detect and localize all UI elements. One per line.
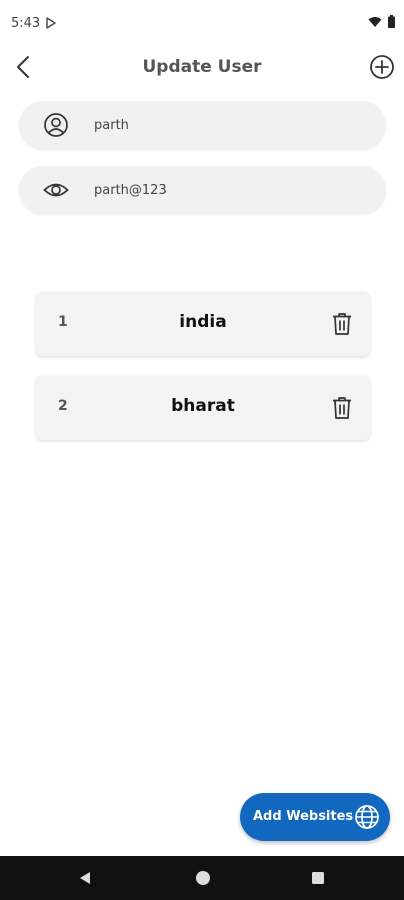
- trash-icon: [333, 313, 351, 335]
- status-bar: 5:43: [0, 0, 404, 44]
- username-input[interactable]: [94, 101, 374, 149]
- user-circle-icon: [44, 113, 68, 137]
- username-field[interactable]: [19, 101, 386, 149]
- list-item[interactable]: 1 india: [36, 292, 370, 356]
- globe-icon: [355, 805, 379, 829]
- password-input[interactable]: [94, 166, 374, 214]
- page-title: Update User: [142, 57, 262, 77]
- trash-icon: [333, 397, 351, 419]
- delete-button[interactable]: [330, 311, 354, 337]
- eye-icon[interactable]: [43, 177, 69, 203]
- list-item-name: india: [179, 312, 227, 332]
- add-websites-button[interactable]: Add Websites: [240, 793, 390, 841]
- nav-home-icon[interactable]: [195, 870, 211, 886]
- delete-button[interactable]: [330, 395, 354, 421]
- nav-back-icon[interactable]: [78, 871, 92, 885]
- password-field[interactable]: [19, 166, 386, 214]
- screen: 5:43 Update User parth parth@123 1 india…: [0, 0, 404, 900]
- list-item-name: bharat: [171, 396, 235, 416]
- battery-icon: [388, 15, 395, 28]
- wifi-icon: [368, 17, 382, 27]
- status-time: 5:43: [11, 16, 41, 31]
- plus-circle-icon: [370, 55, 394, 79]
- add-websites-label: Add Websites: [253, 809, 354, 824]
- system-nav-bar: [0, 856, 404, 900]
- play-store-icon: [46, 17, 56, 29]
- app-bar: Update User: [0, 44, 404, 90]
- add-button[interactable]: [368, 53, 396, 81]
- list-item[interactable]: 2 bharat: [36, 376, 370, 440]
- nav-recents-icon[interactable]: [311, 871, 325, 885]
